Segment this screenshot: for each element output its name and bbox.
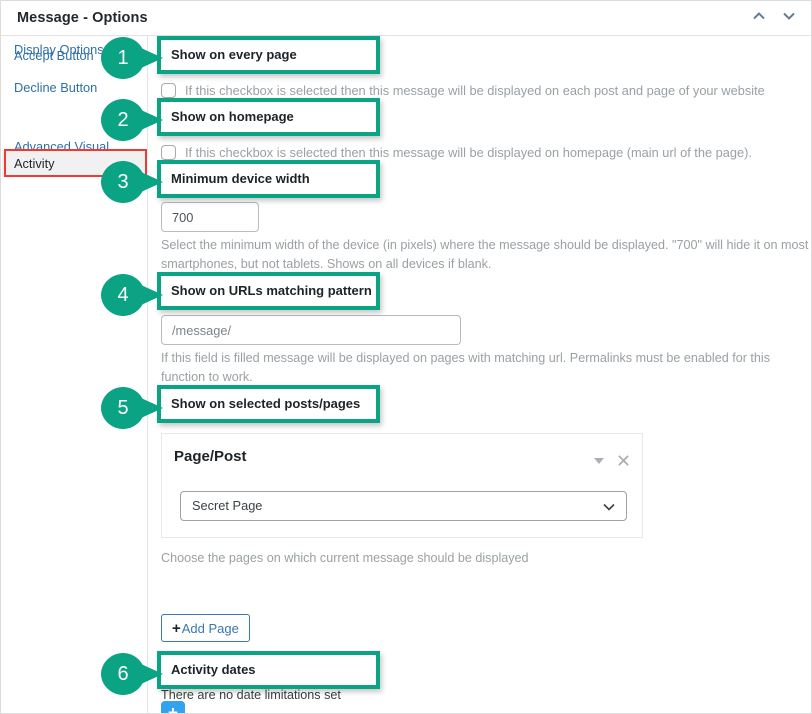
page-post-select-value: Secret Page bbox=[192, 498, 263, 513]
checkbox-label-show-on-homepage: If this checkbox is selected then this m… bbox=[185, 145, 752, 160]
callout-1: 1 bbox=[93, 34, 167, 82]
chevron-down-icon-select bbox=[603, 503, 615, 511]
url-pattern-input[interactable] bbox=[161, 315, 461, 345]
add-page-button-label: Add Page bbox=[181, 620, 239, 636]
help-selected-posts: Choose the pages on which current messag… bbox=[161, 551, 529, 565]
callout-1-number: 1 bbox=[117, 47, 129, 69]
chevron-down-icon[interactable] bbox=[781, 8, 797, 24]
callout-4-number: 4 bbox=[117, 284, 129, 306]
page-post-card-tools bbox=[594, 454, 630, 467]
triangle-down-icon[interactable] bbox=[594, 457, 604, 464]
callout-4: 4 bbox=[93, 271, 167, 319]
page-post-select[interactable]: Secret Page bbox=[180, 491, 627, 521]
row-show-on-every-page: If this checkbox is selected then this m… bbox=[161, 83, 765, 98]
callout-2: 2 bbox=[93, 96, 167, 144]
callout-5: 5 bbox=[93, 384, 167, 432]
page-post-card: Page/Post Secret Page bbox=[161, 433, 643, 538]
min-device-width-input[interactable] bbox=[161, 202, 259, 232]
help-minimum-device-width: Select the minimum width of the device (… bbox=[161, 238, 809, 271]
header-icon-group bbox=[751, 8, 797, 24]
options-panel: Message - Options Accept Button Decline … bbox=[0, 0, 812, 714]
label-show-on-homepage: Show on homepage bbox=[161, 102, 376, 132]
callout-3: 3 bbox=[93, 158, 167, 206]
chevron-up-icon[interactable] bbox=[751, 8, 767, 24]
callout-2-number: 2 bbox=[117, 109, 129, 131]
callout-3-number: 3 bbox=[117, 171, 129, 193]
page-title: Message - Options bbox=[17, 10, 148, 26]
help-url-pattern: If this field is filled message will be … bbox=[161, 351, 770, 384]
add-page-button[interactable]: + Add Page bbox=[161, 614, 250, 642]
page-post-card-title: Page/Post bbox=[174, 448, 247, 465]
label-show-on-urls-matching-pattern: Show on URLs matching pattern bbox=[161, 276, 376, 306]
add-activity-date-button[interactable]: + bbox=[161, 701, 185, 713]
row-show-on-homepage: If this checkbox is selected then this m… bbox=[161, 145, 752, 160]
label-minimum-device-width: Minimum device width bbox=[161, 164, 376, 194]
label-show-on-selected-posts-pages: Show on selected posts/pages bbox=[161, 389, 376, 419]
panel-header: Message - Options bbox=[1, 1, 811, 36]
checkbox-label-show-on-every-page: If this checkbox is selected then this m… bbox=[185, 83, 765, 98]
close-icon[interactable] bbox=[617, 454, 630, 467]
callout-6: 6 bbox=[93, 650, 167, 698]
label-show-on-every-page: Show on every page bbox=[161, 40, 376, 70]
activity-dates-status: There are no date limitations set bbox=[161, 688, 341, 702]
plus-icon: + bbox=[172, 619, 181, 637]
callout-6-number: 6 bbox=[117, 663, 129, 685]
label-activity-dates: Activity dates bbox=[161, 655, 376, 685]
callout-5-number: 5 bbox=[117, 397, 129, 419]
options-content: Show on every page If this checkbox is s… bbox=[149, 36, 811, 713]
